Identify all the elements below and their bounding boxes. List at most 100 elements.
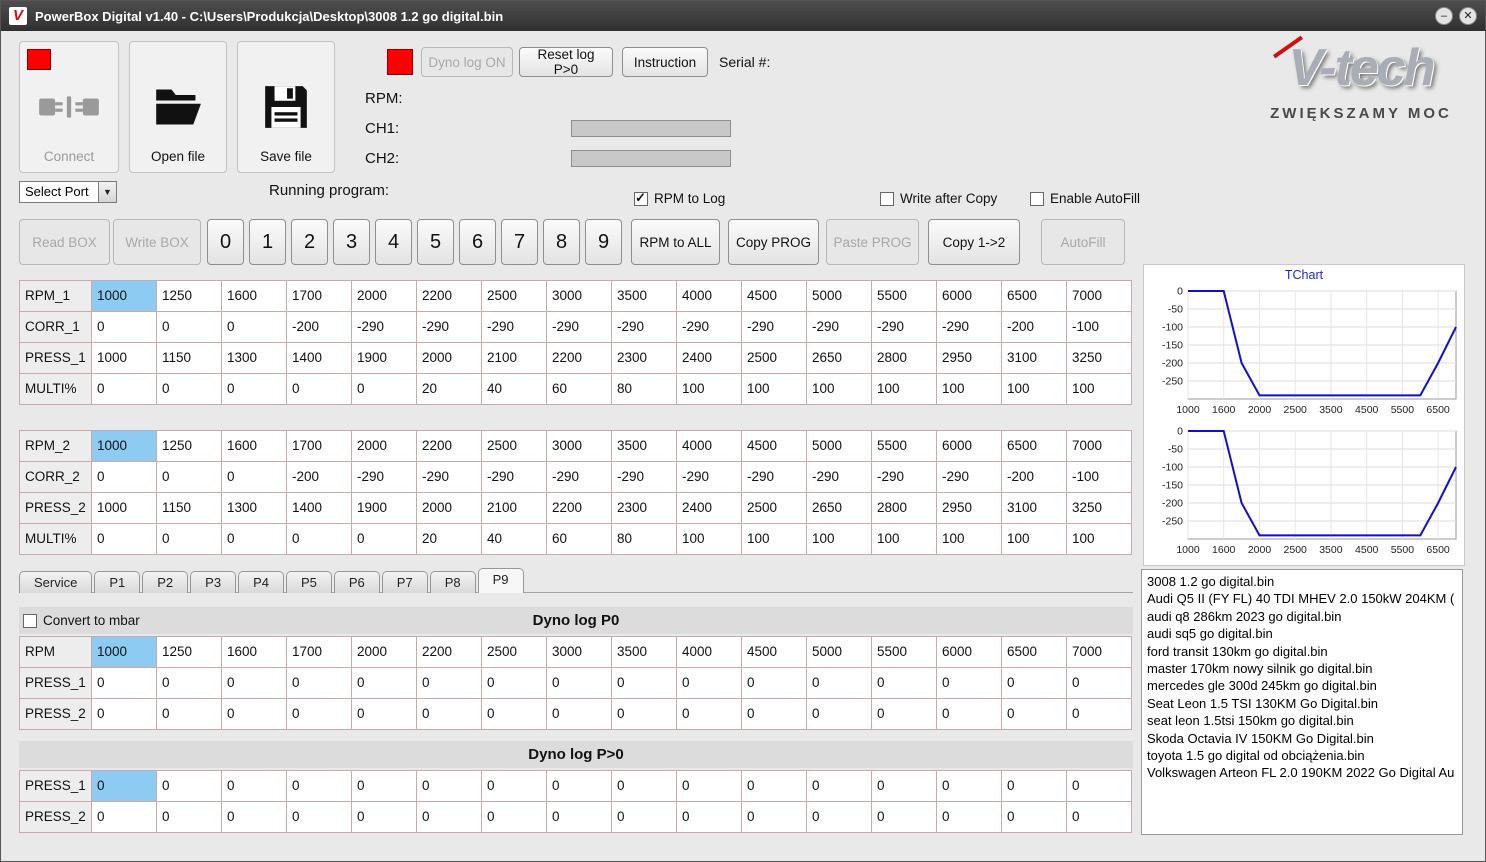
table-cell[interactable]: 0 — [612, 699, 677, 730]
table-cell[interactable]: 6000 — [937, 637, 1002, 668]
table-cell[interactable]: 3000 — [547, 281, 612, 312]
digit-8[interactable]: 8 — [543, 219, 580, 265]
table-cell[interactable]: 2400 — [677, 343, 742, 374]
table-cell[interactable]: 0 — [352, 771, 417, 802]
table-cell[interactable]: 0 — [157, 524, 222, 555]
table-cell[interactable]: 100 — [742, 524, 807, 555]
table-cell[interactable]: 0 — [677, 802, 742, 833]
copy-prog-button[interactable]: Copy PROG — [728, 219, 819, 265]
instruction-button[interactable]: Instruction — [622, 47, 708, 77]
digit-9[interactable]: 9 — [585, 219, 622, 265]
table-cell[interactable]: 100 — [807, 374, 872, 405]
table-cell[interactable]: 0 — [287, 802, 352, 833]
table-cell[interactable]: -290 — [807, 312, 872, 343]
table-cell[interactable]: -290 — [872, 312, 937, 343]
table-cell[interactable]: 4500 — [742, 281, 807, 312]
table-cell[interactable]: 0 — [872, 771, 937, 802]
table-cell[interactable]: 0 — [417, 699, 482, 730]
table-cell[interactable]: -290 — [352, 462, 417, 493]
table-cell[interactable]: 1600 — [222, 431, 287, 462]
table-cell[interactable]: -290 — [807, 462, 872, 493]
table-cell[interactable]: 6000 — [937, 281, 1002, 312]
table-cell[interactable]: 3500 — [612, 431, 677, 462]
table-cell[interactable]: 0 — [157, 374, 222, 405]
tab-p6[interactable]: P6 — [333, 571, 380, 593]
table-cell[interactable]: -290 — [417, 312, 482, 343]
table-cell[interactable]: 5500 — [872, 281, 937, 312]
table-cell[interactable]: 0 — [742, 802, 807, 833]
table-cell[interactable]: 0 — [222, 312, 287, 343]
digit-0[interactable]: 0 — [207, 219, 244, 265]
table-cell[interactable]: 3500 — [612, 281, 677, 312]
table-cell[interactable]: 3100 — [1002, 343, 1067, 374]
table-cell[interactable]: 0 — [222, 699, 287, 730]
table-cell[interactable]: -290 — [612, 462, 677, 493]
table-cell[interactable]: 2800 — [872, 493, 937, 524]
file-item[interactable]: master 170km nowy silnik go digital.bin — [1147, 660, 1457, 677]
file-item[interactable]: audi q8 286km 2023 go digital.bin — [1147, 608, 1457, 625]
table-cell[interactable]: 0 — [287, 668, 352, 699]
table-cell[interactable]: 0 — [612, 771, 677, 802]
table-cell[interactable]: 1000 — [92, 431, 157, 462]
table-cell[interactable]: 0 — [612, 802, 677, 833]
table-cell[interactable]: 0 — [287, 771, 352, 802]
table-cell[interactable]: 100 — [1002, 374, 1067, 405]
table-cell[interactable]: 4500 — [742, 431, 807, 462]
table-cell[interactable]: 0 — [352, 668, 417, 699]
table-cell[interactable]: -200 — [287, 312, 352, 343]
table-cell[interactable]: 2100 — [482, 493, 547, 524]
table-cell[interactable]: -290 — [352, 312, 417, 343]
save-file-button[interactable]: Save file — [237, 41, 335, 173]
table-cell[interactable]: 0 — [1002, 699, 1067, 730]
tab-p8[interactable]: P8 — [429, 571, 476, 593]
table-cell[interactable]: -100 — [1067, 462, 1132, 493]
file-item[interactable]: 3008 1.2 go digital.bin — [1147, 573, 1457, 590]
table-cell[interactable]: 0 — [677, 771, 742, 802]
table-cell[interactable]: 2000 — [417, 343, 482, 374]
table-cell[interactable]: 1600 — [222, 637, 287, 668]
checkbox-icon[interactable] — [1030, 191, 1044, 206]
table-cell[interactable]: 3000 — [547, 431, 612, 462]
table-cell[interactable]: 0 — [417, 802, 482, 833]
table-cell[interactable]: 2200 — [547, 343, 612, 374]
table-cell[interactable]: 2000 — [417, 493, 482, 524]
table-cell[interactable]: 0 — [1067, 771, 1132, 802]
tab-service[interactable]: Service — [19, 571, 93, 593]
table-cell[interactable]: 5000 — [807, 281, 872, 312]
tab-p9[interactable]: P9 — [477, 568, 524, 593]
minimize-button[interactable]: – — [1435, 7, 1453, 25]
write-after-copy-checkbox[interactable]: Write after Copy — [880, 191, 997, 206]
table-cell[interactable]: 0 — [1067, 668, 1132, 699]
table-cell[interactable]: -290 — [742, 312, 807, 343]
table-cell[interactable]: 1000 — [92, 637, 157, 668]
table-cell[interactable]: 0 — [92, 802, 157, 833]
table-cell[interactable]: 0 — [352, 374, 417, 405]
table-cell[interactable]: 0 — [547, 668, 612, 699]
table-cell[interactable]: 2400 — [677, 493, 742, 524]
table-cell[interactable]: 0 — [937, 668, 1002, 699]
table-cell[interactable]: 1900 — [352, 493, 417, 524]
select-port-dropdown[interactable]: Select Port ▼ — [19, 181, 117, 203]
table-cell[interactable]: 0 — [222, 524, 287, 555]
table-cell[interactable]: -290 — [872, 462, 937, 493]
table-cell[interactable]: 3250 — [1067, 493, 1132, 524]
table-cell[interactable]: 0 — [222, 462, 287, 493]
table-cell[interactable]: 3500 — [612, 637, 677, 668]
table-cell[interactable]: 1150 — [157, 493, 222, 524]
table-cell[interactable]: 100 — [872, 374, 937, 405]
table-cell[interactable]: 60 — [547, 524, 612, 555]
table-cell[interactable]: 1700 — [287, 637, 352, 668]
chevron-down-icon[interactable]: ▼ — [98, 182, 116, 202]
checkbox-icon[interactable] — [23, 613, 37, 628]
table-cell[interactable]: 0 — [1002, 668, 1067, 699]
digit-1[interactable]: 1 — [249, 219, 286, 265]
table-cell[interactable]: 2100 — [482, 343, 547, 374]
table-cell[interactable]: 2200 — [417, 281, 482, 312]
checkbox-icon[interactable] — [634, 190, 648, 206]
table-cell[interactable]: 2650 — [807, 493, 872, 524]
table-cell[interactable]: 0 — [222, 802, 287, 833]
close-button[interactable]: ✕ — [1459, 7, 1477, 25]
table-cell[interactable]: 0 — [677, 699, 742, 730]
table-cell[interactable]: 0 — [547, 802, 612, 833]
table-cell[interactable]: -290 — [937, 312, 1002, 343]
